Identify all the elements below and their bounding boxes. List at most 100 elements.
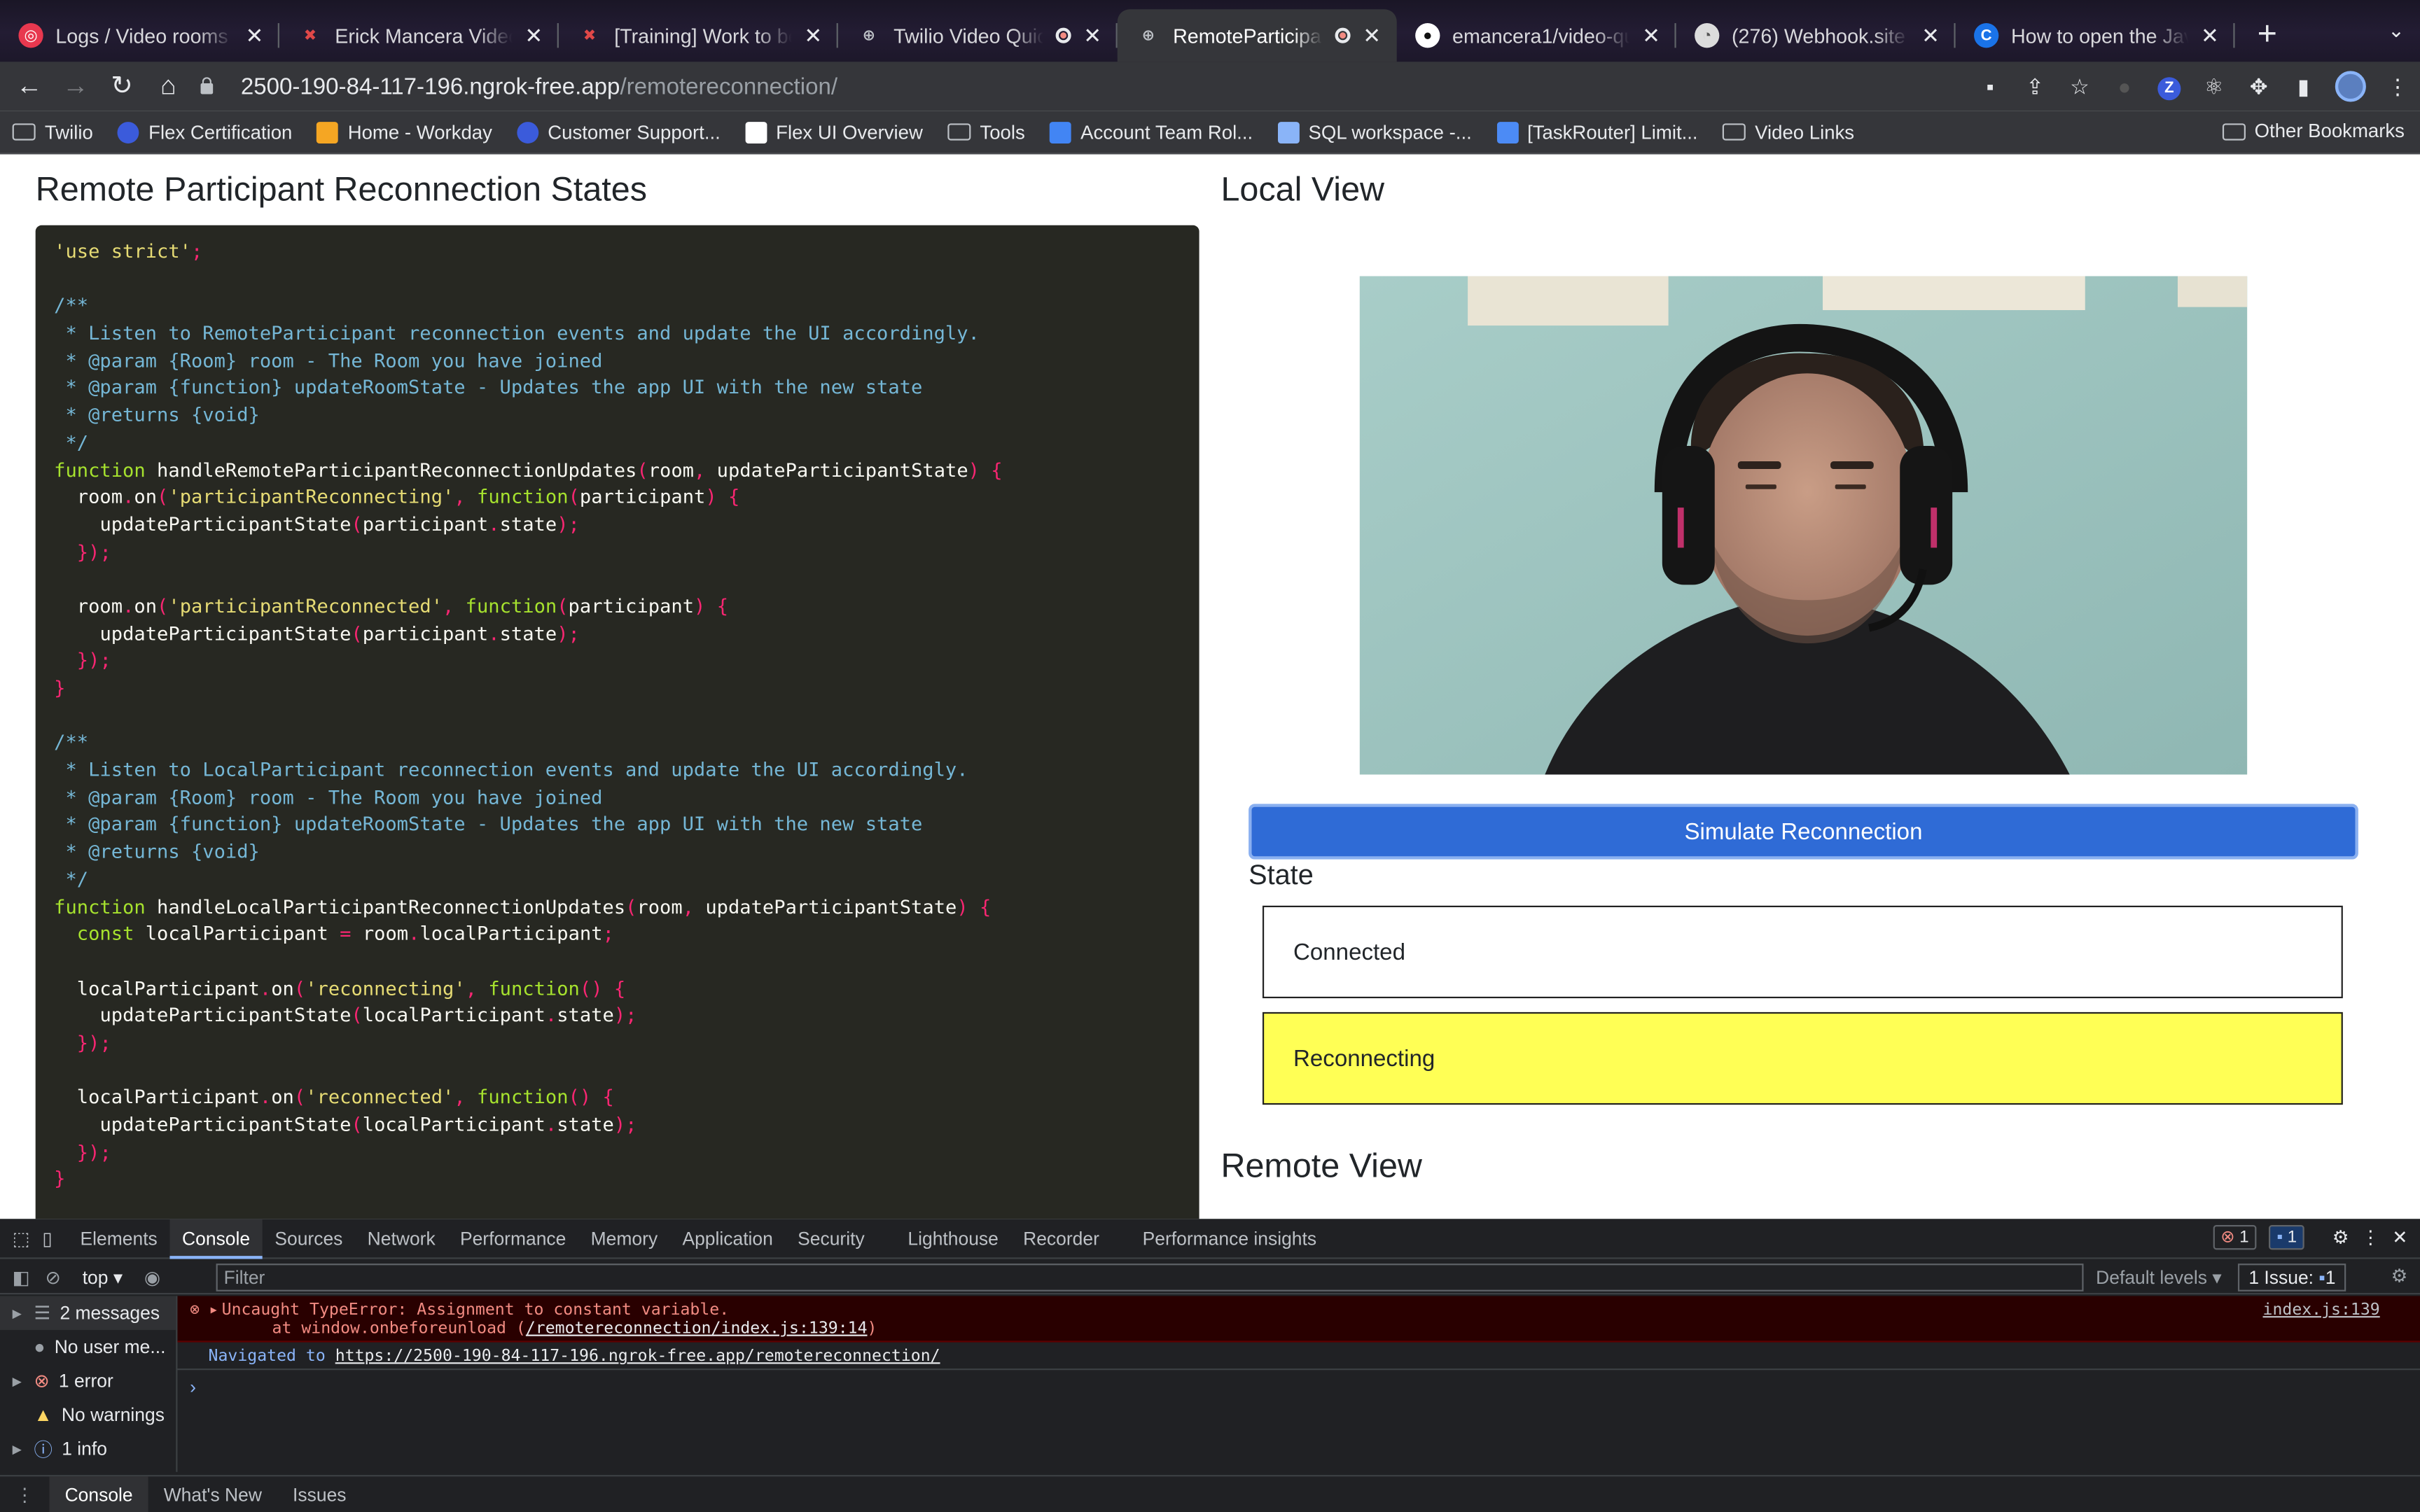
folder-icon [12, 123, 36, 141]
devtools-tab[interactable]: Sources [263, 1218, 355, 1258]
error-icon: ⊗ [34, 1370, 50, 1392]
bookmark-item[interactable]: SQL workspace -... [1277, 121, 1472, 143]
devtools-tab[interactable]: Performance [447, 1218, 578, 1258]
close-devtools-icon[interactable]: ✕ [2392, 1226, 2407, 1248]
forward-icon[interactable]: → [53, 71, 99, 102]
close-tab-icon[interactable]: ✕ [2201, 22, 2219, 48]
close-tab-icon[interactable]: ✕ [1083, 22, 1101, 48]
info-count-badge[interactable]: ▪ 1 [2269, 1225, 2305, 1250]
bookmark-item[interactable]: [TaskRouter] Limit... [1496, 121, 1698, 143]
console-sidebar-item[interactable]: ▸ ⊗ 1 error [0, 1364, 176, 1397]
bookmark-item[interactable]: Tools [947, 121, 1025, 143]
bookmark-item[interactable]: Twilio [12, 121, 93, 143]
code-line: room.on('participantReconnecting', funct… [76, 486, 740, 508]
error-source-link[interactable]: index.js:139 [2263, 1301, 2380, 1319]
browser-tab[interactable]: ◔ (276) Webhook.site - Te ✕ [1676, 9, 1956, 62]
close-tab-icon[interactable]: ✕ [1642, 22, 1660, 48]
error-stack-link[interactable]: /remotereconnection/index.js:139:14 [526, 1320, 868, 1338]
inspect-element-icon[interactable]: ⬚ [0, 1218, 39, 1258]
console-sidebar-item[interactable]: ● No user me... [0, 1330, 176, 1364]
globe-icon [118, 121, 139, 143]
console-filter-input[interactable]: Filter [216, 1264, 2084, 1292]
settings-gear-icon[interactable]: ⚙ [2332, 1226, 2349, 1248]
warning-icon: ▲ [34, 1404, 53, 1426]
console-error-message[interactable]: ⊗ ▸ Uncaught TypeError: Assignment to cons… [177, 1296, 2420, 1343]
more-options-icon[interactable]: ⋮ [2361, 1226, 2379, 1248]
close-tab-icon[interactable]: ✕ [1363, 22, 1381, 48]
browser-tab[interactable]: ◎ Logs / Video rooms | Tw ✕ [0, 9, 279, 62]
reload-icon[interactable]: ↻ [99, 71, 145, 102]
devtools-tab[interactable]: Application [670, 1218, 786, 1258]
close-tab-icon[interactable]: ✕ [804, 22, 822, 48]
navigated-url-link[interactable]: https://2500-190-84-117-196.ngrok-free.a… [335, 1347, 940, 1365]
sidebar-toggle-icon[interactable]: ◧ [13, 1266, 30, 1287]
drawer-tab[interactable]: What's New [148, 1476, 277, 1512]
browser-tab[interactable]: C How to open the Javasc ✕ [1956, 9, 2235, 62]
devtools-tab[interactable]: Elements [68, 1218, 170, 1258]
devtools-tab[interactable]: Network [355, 1218, 447, 1258]
bookmark-item[interactable]: Home - Workday [317, 121, 492, 143]
bookmark-item[interactable]: Flex UI Overview [745, 121, 923, 143]
react-devtools-icon[interactable]: ⚛ [2192, 74, 2237, 99]
state-connected: Connected [1262, 905, 2343, 999]
error-count-badge[interactable]: ⊗ 1 [2213, 1225, 2257, 1250]
camera-icon[interactable]: ▪ [1968, 74, 2012, 99]
console-settings-icon[interactable]: ⚙ [2391, 1265, 2408, 1287]
simulate-reconnection-button[interactable]: Simulate Reconnection [1249, 804, 2358, 860]
close-tab-icon[interactable]: ✕ [245, 22, 263, 48]
drawer-tab[interactable]: Issues [277, 1476, 362, 1512]
new-tab-icon[interactable]: + [2247, 15, 2287, 55]
expand-arrow-icon: ▸ [12, 1302, 22, 1324]
issues-counter-button[interactable]: 1 Issue: ▪1 [2237, 1264, 2346, 1292]
back-icon[interactable]: ← [6, 71, 53, 102]
tab-search-icon[interactable]: ⌄ [2388, 18, 2405, 43]
lock-icon[interactable] [197, 77, 216, 95]
browser-tab[interactable]: ● emancera1/video-quick ✕ [1397, 9, 1676, 62]
browser-tab[interactable]: ⊕ Twilio Video QuickSt ✕ [838, 9, 1118, 62]
code-line: * Listen to RemoteParticipant reconnecti… [54, 322, 980, 344]
console-sidebar-item[interactable]: ▸ ⓘ 1 info [0, 1432, 176, 1465]
side-panel-icon[interactable]: ▮ [2281, 74, 2326, 99]
devtools-tab[interactable]: Recorder [1010, 1218, 1111, 1258]
code-line: function handleRemoteParticipantReconnec… [54, 458, 1003, 481]
page-title-code: Remote Participant Reconnection States [35, 169, 648, 209]
browser-tab[interactable]: ✖ [Training] Work to be Co ✕ [559, 9, 838, 62]
device-toolbar-icon[interactable]: ▯ [39, 1218, 68, 1258]
console-prompt[interactable]: › [177, 1370, 2420, 1398]
clear-console-icon[interactable]: ⊘ [46, 1266, 61, 1287]
share-icon[interactable]: ⇪ [2012, 74, 2057, 99]
devtools-tab[interactable]: Security [786, 1218, 877, 1258]
bookmark-star-icon[interactable]: ☆ [2057, 74, 2102, 99]
browser-tab[interactable]: ✖ Erick Mancera Video PT ✕ [279, 9, 559, 62]
log-levels-dropdown[interactable]: Default levels ▾ [2096, 1267, 2221, 1289]
code-line: /** [54, 295, 89, 317]
drawer-menu-icon[interactable]: ⋮ [15, 1483, 34, 1505]
console-sidebar-item[interactable]: ▲ No warnings [0, 1398, 176, 1432]
chrome-menu-icon[interactable]: ⋮ [2375, 74, 2420, 99]
address-bar[interactable]: 2500-190-84-117-196.ngrok-free.app/remot… [197, 62, 2111, 111]
home-icon[interactable]: ⌂ [145, 71, 191, 102]
devtools-tab[interactable]: Console [169, 1218, 263, 1259]
close-tab-icon[interactable]: ✕ [524, 22, 543, 48]
devtools-tab[interactable]: Performance insights [1130, 1218, 1329, 1258]
extension-dark-icon[interactable]: ● [2102, 74, 2147, 99]
browser-tab[interactable]: ⊕ RemoteParticipant R ✕ [1117, 9, 1397, 62]
other-bookmarks[interactable]: Other Bookmarks [2222, 120, 2405, 142]
zoom-extension-icon[interactable]: Z [2147, 73, 2192, 101]
bookmark-label: Tools [980, 121, 1025, 143]
live-expression-eye-icon[interactable]: ◉ [144, 1266, 160, 1287]
extensions-puzzle-icon[interactable]: ✥ [2237, 74, 2281, 99]
bookmark-item[interactable]: Video Links [1722, 121, 1854, 143]
bookmark-item[interactable]: Customer Support... [517, 121, 721, 143]
devtools-tab[interactable]: Lighthouse [896, 1218, 1011, 1258]
bookmark-item[interactable]: Flex Certification [118, 121, 292, 143]
expand-arrow-icon[interactable]: ▸ [209, 1301, 218, 1319]
drawer-tab[interactable]: Console [49, 1476, 148, 1512]
profile-avatar[interactable] [2335, 71, 2366, 102]
close-tab-icon[interactable]: ✕ [1921, 22, 1940, 48]
console-sidebar-item[interactable]: ▸ ☰ 2 messages [0, 1296, 176, 1330]
bookmark-item[interactable]: Account Team Rol... [1050, 121, 1253, 143]
context-selector[interactable]: top ▾ [83, 1266, 123, 1287]
folder-icon [947, 123, 971, 141]
devtools-tab[interactable]: Memory [578, 1218, 670, 1258]
